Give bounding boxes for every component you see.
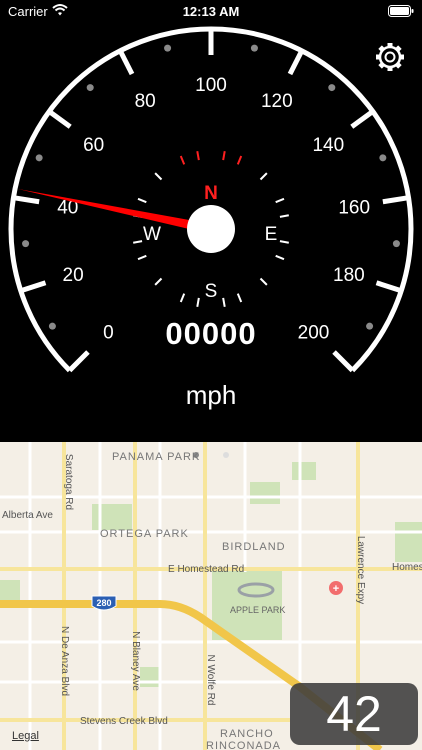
compass-tick — [179, 155, 186, 165]
compass-south-label: S — [205, 281, 218, 302]
map-label-panama-park: PANAMA PARK — [112, 451, 200, 463]
compass-tick — [133, 240, 143, 244]
compass-north-label: N — [204, 183, 218, 204]
gauge-tick-label: 20 — [63, 265, 84, 286]
map-label-rancho: RANCHO — [220, 728, 274, 740]
gauge-minor-dot — [328, 84, 336, 92]
gauge-major-tick — [375, 280, 402, 294]
needle-hub — [187, 205, 235, 253]
compass-tick — [179, 293, 186, 303]
gauge-tick-label: 80 — [135, 91, 156, 112]
gauge-tick-label: 60 — [83, 135, 104, 156]
gauge-major-tick — [332, 350, 355, 373]
compass-tick — [137, 254, 147, 261]
highway-shield-label: 280 — [96, 598, 111, 608]
svg-text:+: + — [333, 583, 339, 595]
speedometer-gauge: 020406080100120140160180200 N E S W — [8, 26, 414, 373]
battery-icon — [388, 5, 414, 17]
compass-tick — [196, 297, 200, 307]
gauge-minor-dot — [22, 240, 30, 248]
map-label-ortega-park: ORTEGA PARK — [100, 528, 189, 540]
gauge-tick-label: 120 — [261, 91, 293, 112]
map-legal-link[interactable]: Legal — [12, 730, 39, 742]
gauge-tick-label: 140 — [312, 135, 344, 156]
status-bar: Carrier 12:13 AM — [0, 0, 422, 22]
map-label-lawrence-expy: Lawrence Expy — [355, 536, 366, 604]
map-label-rinconada: RINCONADA — [206, 740, 281, 750]
compass-west-label: W — [143, 224, 161, 245]
map-label-e-homestead-rd: E Homestead Rd — [168, 564, 244, 575]
gauge-minor-dot — [379, 154, 387, 162]
gauge-tick-label: 180 — [333, 265, 365, 286]
map-label-saratoga-rd: Saratoga Rd — [63, 454, 74, 510]
gauge-minor-dot — [164, 44, 172, 52]
gauge-major-tick — [350, 109, 375, 129]
compass-tick — [196, 151, 200, 161]
gauge-major-tick — [287, 49, 305, 76]
current-speed-display: 42 — [290, 683, 418, 745]
status-time: 12:13 AM — [182, 4, 240, 19]
compass-east-label: E — [265, 224, 278, 245]
compass-tick — [279, 214, 289, 218]
compass-tick — [236, 293, 243, 303]
speed-unit: mph — [185, 380, 237, 410]
gauge-major-tick — [67, 350, 90, 373]
gauge-minor-dot — [35, 154, 43, 162]
map-label-apple-park: APPLE PARK — [230, 605, 285, 615]
compass-tick — [222, 297, 226, 307]
map-label-homestead: Homest — [392, 562, 422, 573]
compass-tick — [259, 277, 268, 286]
compass-tick — [279, 240, 289, 244]
compass-tick — [154, 172, 163, 181]
gauge-tick-label: 160 — [338, 197, 370, 218]
compass-tick — [275, 197, 285, 204]
compass-tick — [259, 172, 268, 181]
compass-tick — [275, 254, 285, 261]
gauge-major-tick — [382, 195, 409, 205]
map-label-n-wolfe-rd: N Wolfe Rd — [205, 655, 216, 706]
gauge-major-tick — [117, 49, 135, 76]
gauge-tick-label: 100 — [195, 75, 227, 96]
compass-tick — [137, 197, 147, 204]
speed-needle — [18, 189, 213, 234]
compass-tick — [154, 277, 163, 286]
gauge-minor-dot — [392, 240, 400, 248]
gauge-major-tick — [47, 109, 72, 129]
map-label-stevens-creek-blvd: Stevens Creek Blvd — [80, 716, 168, 727]
gauge-minor-dot — [86, 84, 94, 92]
map-label-n-blaney-ave: N Blaney Ave — [130, 631, 141, 691]
map-label-birdland: BIRDLAND — [222, 541, 286, 553]
compass-tick — [236, 155, 243, 165]
map-label-n-de-anza-blvd: N De Anza Blvd — [59, 626, 70, 696]
gauge-major-tick — [20, 280, 47, 294]
gauge-major-tick — [13, 195, 40, 205]
map-label-alberta-ave: Alberta Ave — [2, 510, 53, 521]
gauge-minor-dot — [250, 44, 258, 52]
compass-tick — [222, 151, 226, 161]
odometer: 00000 — [165, 316, 257, 351]
